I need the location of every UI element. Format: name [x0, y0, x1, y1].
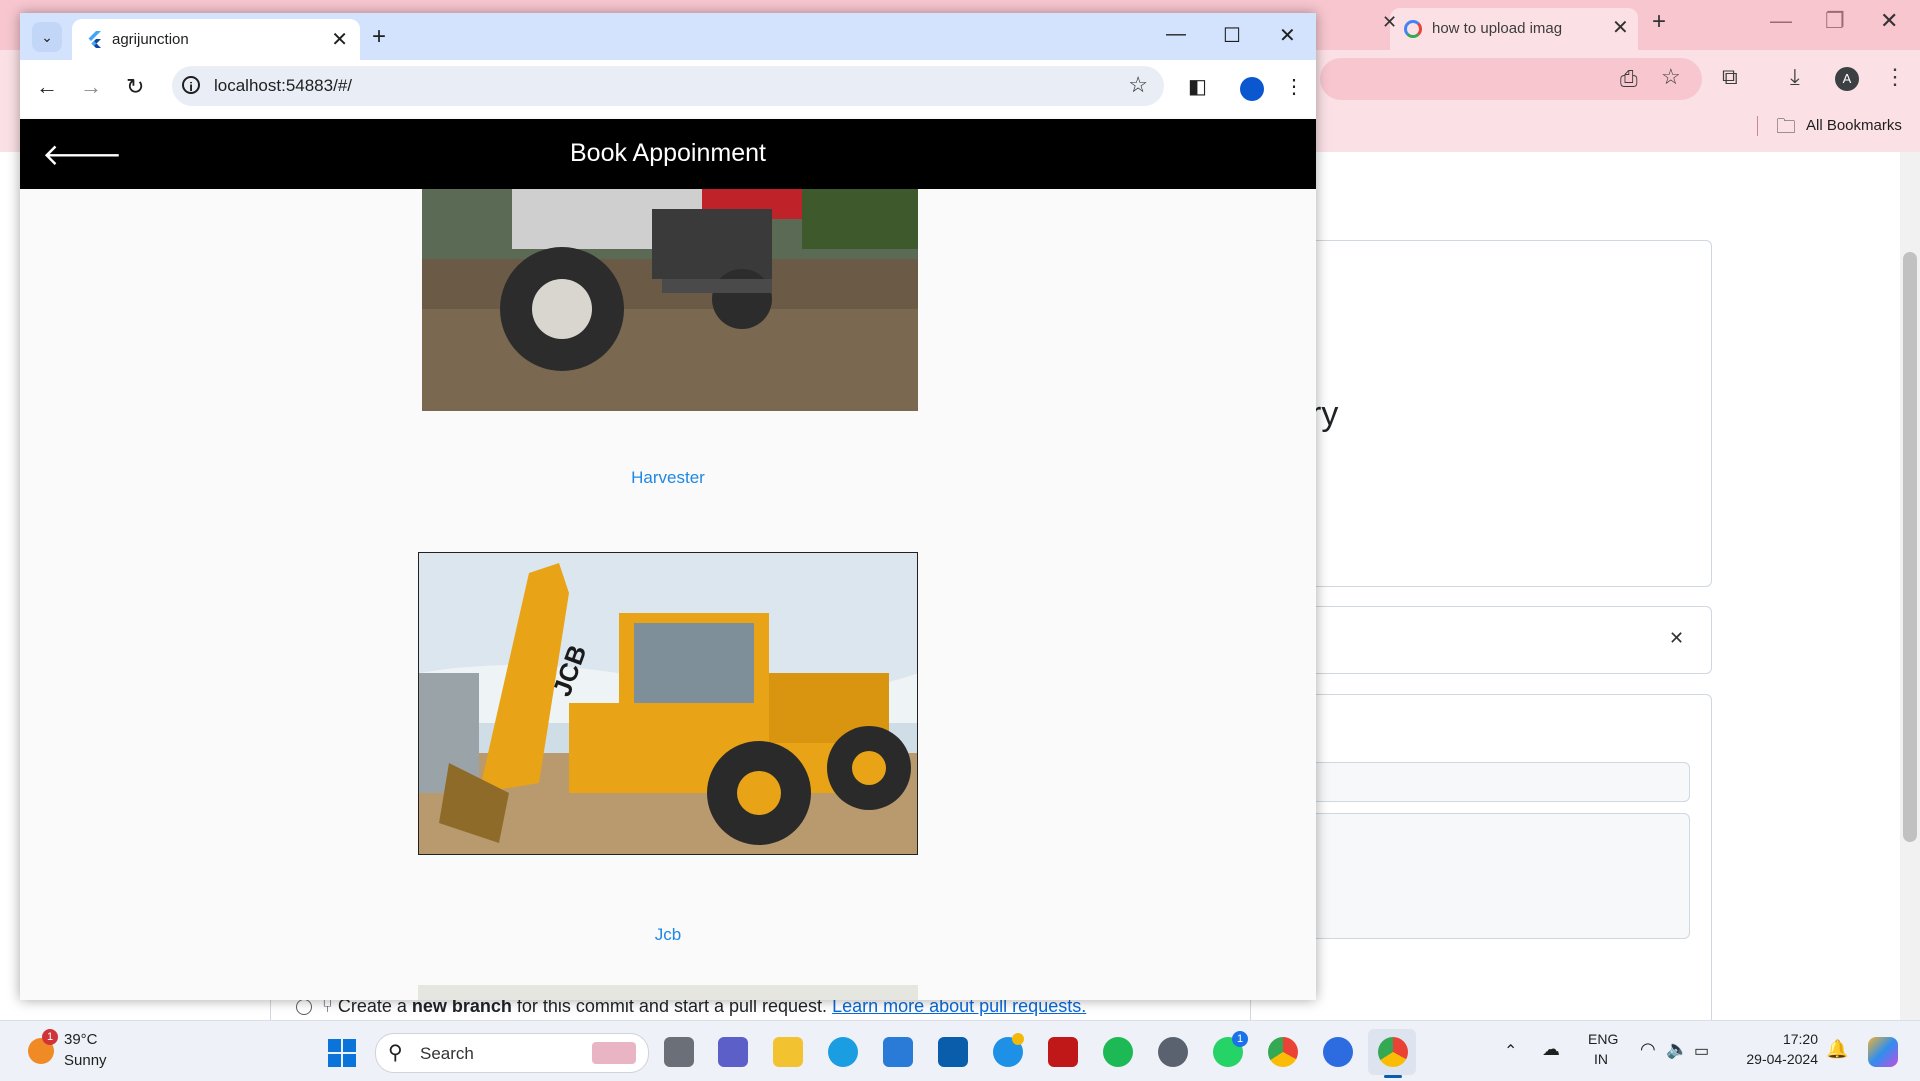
forward-icon[interactable]: → [80, 74, 102, 100]
install-app-icon[interactable]: ⎙ [1620, 66, 1638, 92]
background-scroll-thumb[interactable] [1903, 252, 1917, 842]
close-icon[interactable]: ✕ [1612, 15, 1629, 40]
new-tab-icon[interactable]: + [1652, 8, 1666, 36]
tab-title: agrijunction [112, 31, 189, 48]
mcafee-icon[interactable] [1048, 1037, 1078, 1067]
volume-icon[interactable]: 🔈 [1666, 1039, 1688, 1060]
clock[interactable]: 17:20 29-04-2024 [1734, 1031, 1818, 1067]
browser-window: ⌄ agrijunction ✕ + — ☐ ✕ ← → ↻ i localho… [20, 13, 1316, 1000]
clock-time: 17:20 [1782, 1031, 1818, 1047]
search-highlight-icon [592, 1042, 636, 1064]
windows-start-icon[interactable] [328, 1039, 356, 1067]
side-panel-icon[interactable]: ◧ [1188, 74, 1207, 99]
close-window-icon[interactable]: ✕ [1279, 23, 1296, 48]
bookmarks-divider [1757, 116, 1758, 136]
site-info-icon[interactable]: i [182, 76, 200, 94]
settings-gear-icon[interactable] [1158, 1037, 1188, 1067]
close-icon[interactable]: ✕ [1382, 12, 1397, 33]
copilot-icon[interactable] [1868, 1037, 1898, 1067]
google-icon [1404, 20, 1422, 38]
weather-desc[interactable]: Sunny [64, 1052, 107, 1069]
background-commit-radio[interactable] [296, 999, 312, 1015]
folder-icon: 🗀 [1776, 116, 1796, 138]
equipment-label-harvester[interactable]: Harvester [20, 468, 1316, 488]
equipment-label-jcb[interactable]: Jcb [20, 925, 1316, 945]
notification-bell-icon[interactable]: 🔔 [1826, 1039, 1848, 1060]
tab-search-button[interactable]: ⌄ [32, 22, 62, 52]
taskbar: 1 39°C Sunny ⚲ Search 1 ⌃ ☁ ENG IN ◠ 🔈 ▭… [0, 1020, 1920, 1081]
menu-icon[interactable]: ⋮ [1284, 74, 1304, 99]
jcb-photo-svg: JCB [419, 553, 917, 854]
language-line2[interactable]: IN [1594, 1051, 1608, 1067]
task-view-icon[interactable] [664, 1037, 694, 1067]
back-icon[interactable]: ← [36, 74, 58, 100]
minimize-icon[interactable]: — [1166, 23, 1186, 46]
bookmark-star-icon[interactable]: ☆ [1661, 64, 1681, 90]
jcb-image[interactable]: JCB [418, 552, 918, 855]
next-equipment-image [418, 985, 918, 1000]
weather-temp[interactable]: 39°C [64, 1031, 98, 1048]
clock-date: 29-04-2024 [1746, 1051, 1818, 1067]
page-title: Book Appoinment [570, 139, 766, 167]
language-line1[interactable]: ENG [1588, 1031, 1618, 1047]
background-tab-title: how to upload imag [1432, 20, 1563, 37]
maximize-icon[interactable]: ☐ [1223, 23, 1241, 48]
weather-badge: 1 [42, 1029, 58, 1045]
close-icon[interactable]: ✕ [331, 27, 348, 52]
onedrive-icon[interactable]: ☁ [1542, 1039, 1560, 1060]
app-icon[interactable] [1323, 1037, 1353, 1067]
show-hidden-icons[interactable]: ⌃ [1504, 1041, 1517, 1061]
restore-icon[interactable]: ❐ [1825, 8, 1845, 34]
menu-icon[interactable]: ⋮ [1884, 64, 1906, 90]
tab-bar: ⌄ agrijunction ✕ + — ☐ ✕ [20, 13, 1316, 60]
myhp-icon[interactable] [938, 1037, 968, 1067]
extensions-icon[interactable]: ⧉ [1722, 64, 1738, 90]
tractor-photo-svg [422, 189, 918, 411]
taskbar-search[interactable]: ⚲ Search [375, 1033, 649, 1073]
reload-icon[interactable]: ↻ [126, 74, 144, 100]
profile-icon[interactable] [1240, 77, 1264, 101]
address-bar[interactable]: i localhost:54883/#/ ☆ [172, 66, 1164, 106]
wifi-icon[interactable]: ◠ [1640, 1039, 1656, 1060]
spotify-icon[interactable] [1103, 1037, 1133, 1067]
background-text-input[interactable] [1270, 762, 1690, 802]
file-explorer-icon[interactable] [773, 1037, 803, 1067]
background-tab[interactable]: how to upload imag ✕ [1390, 8, 1638, 50]
bookmark-star-icon[interactable]: ☆ [1128, 72, 1148, 98]
whatsapp-badge: 1 [1232, 1031, 1248, 1047]
download-icon[interactable]: ⤓ [1790, 64, 1800, 90]
close-icon[interactable]: ✕ [1669, 628, 1684, 649]
background-address-bar[interactable] [1320, 58, 1702, 100]
browser-toolbar: ← → ↻ i localhost:54883/#/ ☆ ◧ ⋮ [20, 60, 1316, 117]
all-bookmarks-label[interactable]: All Bookmarks [1806, 117, 1902, 134]
battery-icon[interactable]: ▭ [1694, 1041, 1709, 1061]
profile-avatar[interactable]: A [1835, 67, 1859, 91]
url-text[interactable]: localhost:54883/#/ [214, 76, 352, 96]
tractor-image [422, 189, 918, 411]
close-window-icon[interactable]: ✕ [1880, 8, 1898, 34]
microsoft-store-icon[interactable] [883, 1037, 913, 1067]
chrome-icon[interactable] [1268, 1037, 1298, 1067]
help-badge-dot [1012, 1033, 1024, 1045]
background-alert [1250, 606, 1712, 674]
new-tab-icon[interactable]: + [372, 23, 386, 51]
flutter-icon [88, 31, 101, 48]
teams-icon[interactable] [718, 1037, 748, 1067]
search-placeholder: Search [420, 1044, 474, 1063]
active-app-indicator [1384, 1075, 1402, 1078]
chrome-icon[interactable] [1378, 1037, 1408, 1067]
app-bar: 🡐 Book Appoinment [20, 119, 1316, 189]
minimize-icon[interactable]: — [1770, 8, 1792, 34]
tab-agrijunction[interactable]: agrijunction ✕ [72, 19, 360, 60]
search-icon: ⚲ [388, 1042, 403, 1064]
edge-icon[interactable] [828, 1037, 858, 1067]
background-textarea[interactable] [1270, 813, 1690, 939]
